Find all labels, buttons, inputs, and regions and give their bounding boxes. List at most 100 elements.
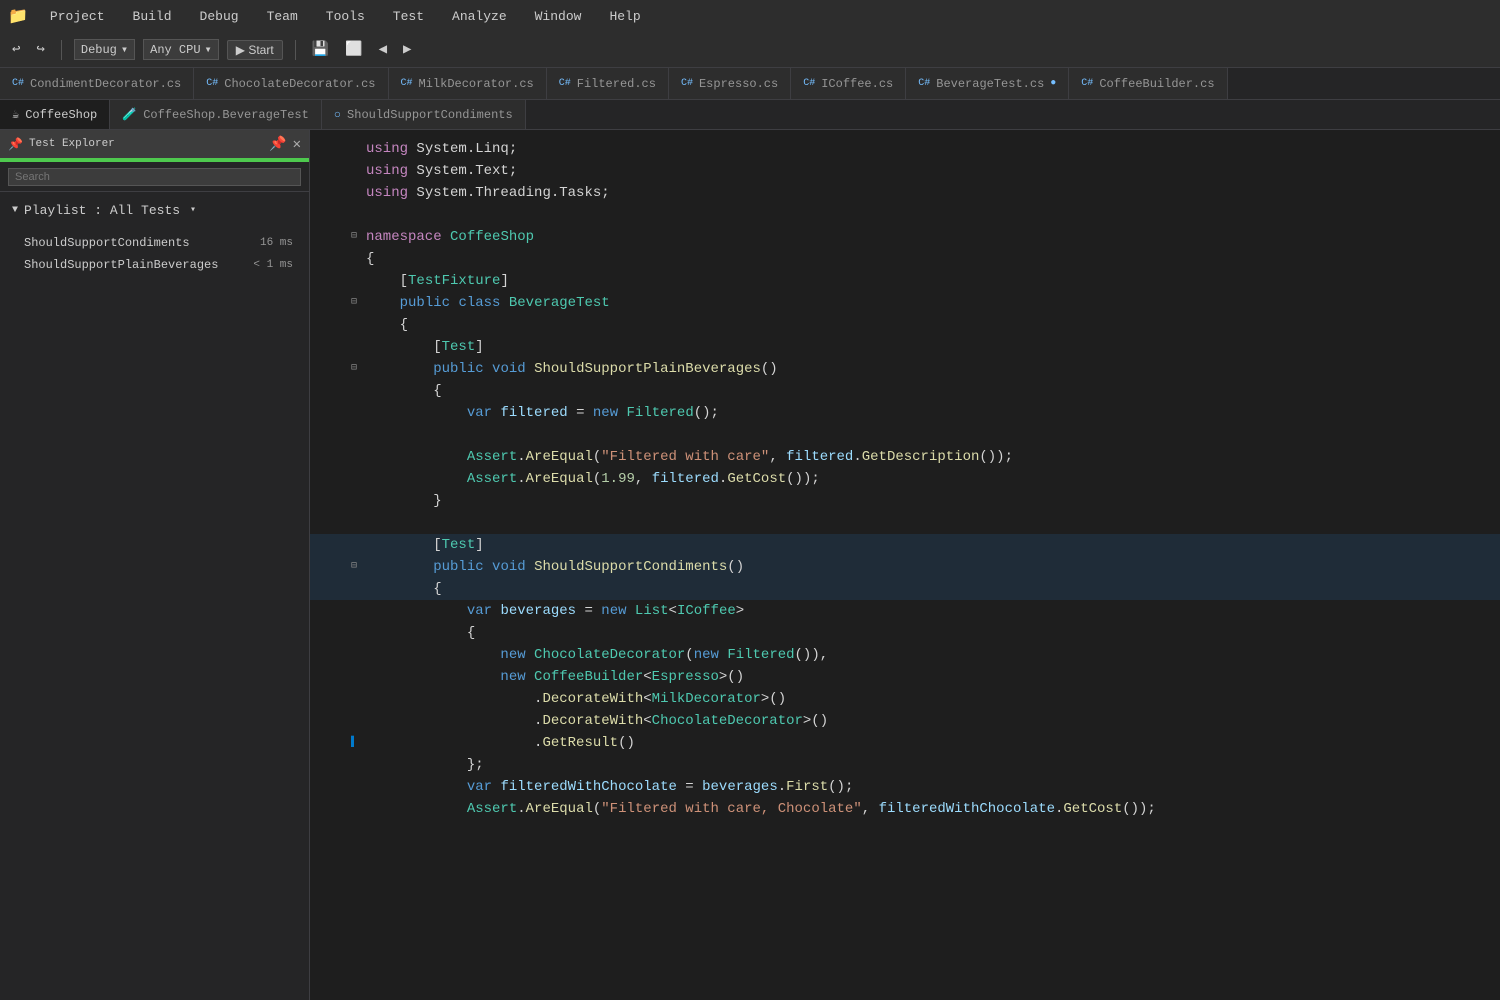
panel-title-text: Test Explorer <box>29 138 115 150</box>
search-bar <box>0 162 309 192</box>
chevron-down-icon-3: ▾ <box>190 204 196 216</box>
code-line: { <box>310 622 1500 644</box>
redo-icon[interactable]: ↪ <box>32 39 48 60</box>
code-line-highlighted: { <box>310 578 1500 600</box>
tab-beverage-test[interactable]: C# BeverageTest.cs ● <box>906 68 1069 99</box>
code-line-blank <box>310 424 1500 446</box>
tab-label-6: ICoffee.cs <box>821 77 893 91</box>
pin-btn[interactable]: 📌 <box>269 136 286 153</box>
code-line: var filtered = new Filtered(); <box>310 402 1500 424</box>
code-line: .DecorateWith<ChocolateDecorator>() <box>310 710 1500 732</box>
code-line-highlighted: [Test] <box>310 534 1500 556</box>
tab-label-3: MilkDecorator.cs <box>419 77 534 91</box>
tab-coffee-builder[interactable]: C# CoffeeBuilder.cs <box>1069 68 1227 99</box>
tab-bar-row2: ☕ CoffeeShop 🧪 CoffeeShop.BeverageTest ○… <box>0 100 1500 130</box>
code-line: Assert.AreEqual("Filtered with care, Cho… <box>310 798 1500 820</box>
tab-chocolate-decorator[interactable]: C# ChocolateDecorator.cs <box>194 68 388 99</box>
search-input[interactable] <box>8 168 301 186</box>
code-line: [Test] <box>310 336 1500 358</box>
tab-espresso[interactable]: C# Espresso.cs <box>669 68 791 99</box>
code-line: new ChocolateDecorator(new Filtered()), <box>310 644 1500 666</box>
nav-back-icon[interactable]: ◀ <box>375 39 391 60</box>
code-line-highlighted: ⊟ public void ShouldSupportCondiments() <box>310 556 1500 578</box>
code-line: ⊟ public class BeverageTest <box>310 292 1500 314</box>
separator-2 <box>295 40 296 60</box>
main-content: 📌 Test Explorer 📌 ✕ ▼ Playlist : All Tes… <box>0 130 1500 1000</box>
nav-forward-icon[interactable]: ▶ <box>399 39 415 60</box>
menu-debug[interactable]: Debug <box>194 7 245 26</box>
cs-file-icon-2: C# <box>206 78 218 89</box>
menu-team[interactable]: Team <box>261 7 304 26</box>
code-line: using System.Linq; <box>310 138 1500 160</box>
tab2-coffeeshop[interactable]: ☕ CoffeeShop <box>0 100 110 129</box>
test-item-1[interactable]: ShouldSupportCondiments 16 ms <box>0 232 309 254</box>
code-line: var beverages = new List<ICoffee> <box>310 600 1500 622</box>
tab2-should-support-condiments[interactable]: ○ ShouldSupportCondiments <box>322 100 526 129</box>
code-line: } <box>310 490 1500 512</box>
tab-dot: ● <box>1050 78 1056 89</box>
test-name-2: ShouldSupportPlainBeverages <box>24 258 218 272</box>
code-scroll[interactable]: using System.Linq; using System.Text; us… <box>310 130 1500 1000</box>
tab2-label-3: ShouldSupportCondiments <box>347 108 513 122</box>
test-list: ShouldSupportCondiments 16 ms ShouldSupp… <box>0 228 309 1000</box>
save-icon[interactable]: 💾 <box>308 39 333 60</box>
code-editor: using System.Linq; using System.Text; us… <box>310 130 1500 1000</box>
debug-dropdown[interactable]: Debug ▾ <box>74 39 135 60</box>
code-line: ▌ .GetResult() <box>310 732 1500 754</box>
tab2-label: CoffeeShop <box>25 108 97 122</box>
tab2-beverage-test[interactable]: 🧪 CoffeeShop.BeverageTest <box>110 100 322 129</box>
code-line: using System.Threading.Tasks; <box>310 182 1500 204</box>
playlist-header[interactable]: ▼ Playlist : All Tests ▾ <box>0 192 309 228</box>
tab-label: CondimentDecorator.cs <box>30 77 181 91</box>
pin-icon: 📌 <box>8 137 23 152</box>
code-line: var filteredWithChocolate = beverages.Fi… <box>310 776 1500 798</box>
cs-file-icon-6: C# <box>803 78 815 89</box>
code-line: ⊟ public void ShouldSupportPlainBeverage… <box>310 358 1500 380</box>
close-icon[interactable]: ✕ <box>293 136 301 153</box>
cs-file-icon-7: C# <box>918 78 930 89</box>
panel-title: 📌 Test Explorer <box>8 137 115 152</box>
menu-help[interactable]: Help <box>603 7 646 26</box>
menu-test[interactable]: Test <box>387 7 430 26</box>
test-time-1: 16 ms <box>260 237 293 249</box>
cpu-dropdown[interactable]: Any CPU ▾ <box>143 39 219 60</box>
code-line: ⊟ namespace CoffeeShop <box>310 226 1500 248</box>
cpu-label: Any CPU <box>150 43 200 57</box>
cs-file-icon-3: C# <box>401 78 413 89</box>
tab-icoffee[interactable]: C# ICoffee.cs <box>791 68 906 99</box>
code-line-blank <box>310 512 1500 534</box>
tab-label-4: Filtered.cs <box>577 77 656 91</box>
test-item-2[interactable]: ShouldSupportPlainBeverages < 1 ms <box>0 254 309 276</box>
chevron-down-icon: ▾ <box>121 42 128 57</box>
menu-window[interactable]: Window <box>529 7 588 26</box>
left-panel: 📌 Test Explorer 📌 ✕ ▼ Playlist : All Tes… <box>0 130 310 1000</box>
undo-icon[interactable]: ↩ <box>8 39 24 60</box>
code-line: }; <box>310 754 1500 776</box>
code-line: Assert.AreEqual(1.99, filtered.GetCost()… <box>310 468 1500 490</box>
tab-label-7: BeverageTest.cs <box>936 77 1044 91</box>
bookmark-icon[interactable]: ⬜ <box>341 39 366 60</box>
separator-1 <box>61 40 62 60</box>
tab-milk-decorator[interactable]: C# MilkDecorator.cs <box>389 68 547 99</box>
tab-bar-row1: C# CondimentDecorator.cs C# ChocolateDec… <box>0 68 1500 100</box>
cs-file-icon: C# <box>12 78 24 89</box>
menu-tools[interactable]: Tools <box>320 7 371 26</box>
project-icon: 📁 <box>8 6 28 26</box>
tab-condiment-decorator[interactable]: C# CondimentDecorator.cs <box>0 68 194 99</box>
debug-label: Debug <box>81 43 117 57</box>
menu-project[interactable]: Project <box>44 7 111 26</box>
start-button[interactable]: ▶ Start <box>227 40 283 60</box>
menu-analyze[interactable]: Analyze <box>446 7 513 26</box>
test-name-1: ShouldSupportCondiments <box>24 236 190 250</box>
tab-label-2: ChocolateDecorator.cs <box>224 77 375 91</box>
tab2-icon-3: ○ <box>334 108 341 122</box>
code-line-blank <box>310 204 1500 226</box>
menu-build[interactable]: Build <box>127 7 178 26</box>
code-line: using System.Text; <box>310 160 1500 182</box>
code-line: { <box>310 314 1500 336</box>
chevron-icon: ▼ <box>12 205 18 216</box>
cs-file-icon-8: C# <box>1081 78 1093 89</box>
tab-filtered[interactable]: C# Filtered.cs <box>547 68 669 99</box>
tab-label-8: CoffeeBuilder.cs <box>1099 77 1214 91</box>
panel-header: 📌 Test Explorer 📌 ✕ <box>0 130 309 158</box>
